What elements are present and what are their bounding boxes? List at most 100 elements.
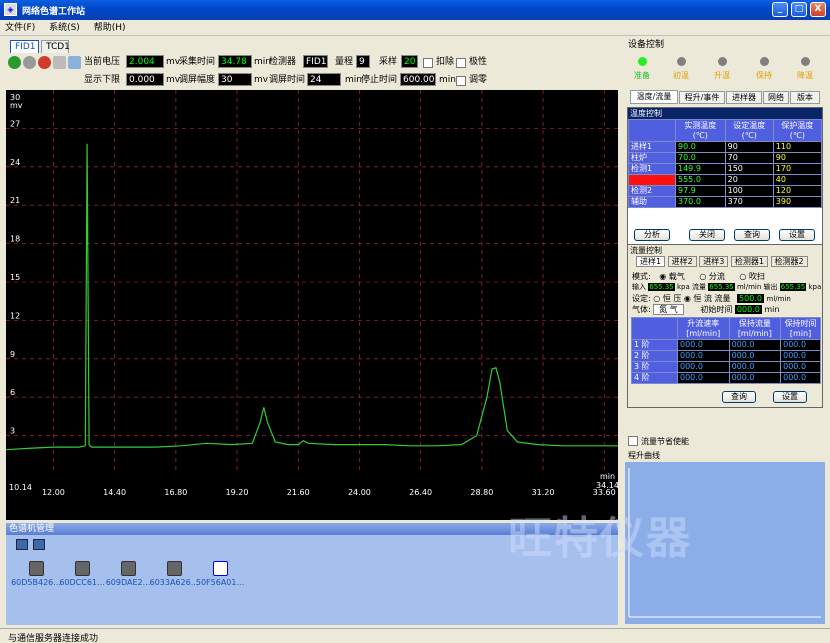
init-time-value[interactable]: 000.0	[734, 305, 762, 314]
flow-time[interactable]: 000.0	[780, 339, 821, 351]
menu-system[interactable]: 系统(S)	[49, 20, 80, 36]
temp-protect[interactable]: 120	[772, 185, 823, 197]
menu-file[interactable]: 文件(F)	[5, 20, 35, 36]
flow-row: 3 阶 000.0 000.0 000.0	[631, 361, 821, 373]
flow-row: 1 阶 000.0 000.0 000.0	[631, 339, 821, 351]
constant-pressure-radio[interactable]: ○	[653, 294, 663, 303]
flow-time[interactable]: 000.0	[780, 350, 821, 362]
flow-tab-inj3[interactable]: 进样3	[699, 256, 729, 267]
temp-protect[interactable]: 170	[772, 163, 823, 175]
tab-tcd1[interactable]: TCD1	[41, 40, 70, 53]
tab-version[interactable]: 版本	[790, 91, 820, 104]
set-flow-button[interactable]: 设置	[773, 391, 807, 403]
tab-temp-flow[interactable]: 温度/流量	[630, 90, 678, 104]
close-button[interactable]: X	[810, 2, 826, 17]
zero-checkbox[interactable]	[456, 76, 466, 86]
stop-time-label: 停止时间	[361, 75, 398, 85]
mode-carrier-radio[interactable]: ◉	[659, 272, 669, 281]
gas-row: 气体: 氮 气 初始时间 000.0 min	[632, 304, 822, 315]
flow-saving-checkbox[interactable]	[628, 436, 638, 446]
flow-tab-inj2[interactable]: 进样2	[667, 256, 697, 267]
flow-set-row: 设定: ○ 恒 压 ◉ 恒 流 流量 500.0 ml/min	[632, 293, 824, 304]
flow-rate[interactable]: 000.0	[677, 339, 730, 351]
flow-time[interactable]: 000.0	[780, 361, 821, 373]
y-tick-label: 15	[10, 273, 20, 282]
refresh-icon[interactable]	[16, 539, 28, 550]
input-label: 输入	[632, 283, 646, 291]
temp-control-title: 温度控制	[628, 108, 822, 119]
flow-hold[interactable]: 000.0	[728, 339, 782, 351]
query-flow-button[interactable]: 查询	[722, 391, 756, 403]
instrument-label: 50F56A01...	[195, 578, 245, 587]
zoom-icon[interactable]	[53, 56, 66, 69]
close-temp-button[interactable]: 关闭	[689, 229, 725, 241]
constant-flow-label: 恒 流	[693, 294, 712, 303]
gas-select[interactable]: 氮 气	[653, 304, 684, 315]
instrument-icon	[74, 561, 90, 576]
constant-flow-radio[interactable]: ◉	[684, 294, 694, 303]
temp-protect[interactable]: 390	[772, 196, 823, 208]
led-ready	[638, 57, 647, 66]
temp-set[interactable]: 150	[724, 163, 774, 175]
tab-program-event[interactable]: 程升/事件	[679, 91, 725, 104]
temp-set[interactable]: 90	[724, 141, 774, 153]
col-actual: 实测温度 (℃)	[675, 119, 726, 142]
mode-split-radio[interactable]: ○	[699, 272, 709, 281]
deduct-checkbox[interactable]	[423, 58, 433, 68]
menu-help[interactable]: 帮助(H)	[94, 20, 126, 36]
mode-split-label: 分流	[708, 272, 725, 281]
amp-input[interactable]: 30	[218, 73, 252, 86]
temp-protect[interactable]: 40	[772, 174, 823, 186]
x-tick-label: 14.40	[103, 488, 126, 497]
temp-set[interactable]: 370	[724, 196, 774, 208]
flow-program-table: 升流速率 [ml/min] 保持流量 [ml/min] 保持时间 [min] 1…	[631, 317, 821, 384]
flow-rate[interactable]: 000.0	[677, 372, 730, 384]
flow-rate[interactable]: 000.0	[677, 350, 730, 362]
tab-injector[interactable]: 进样器	[726, 91, 762, 104]
flow-hold[interactable]: 000.0	[728, 372, 782, 384]
flow-saving-label: 流量节省使能	[641, 437, 689, 446]
lower-input[interactable]: 0.000	[126, 73, 164, 86]
set-flow-value[interactable]: 500.0	[737, 294, 764, 303]
stop-icon[interactable]	[38, 56, 51, 69]
flow-tab-det1[interactable]: 检测器1	[730, 256, 769, 267]
tab-fid1[interactable]: FID1	[10, 40, 39, 53]
temp-row: 柱炉 70.0 70 90	[628, 152, 823, 164]
instrument-item[interactable]: 50F56A01...	[190, 561, 250, 587]
maximize-button[interactable]: □	[791, 2, 807, 17]
minimize-button[interactable]: _	[772, 2, 788, 17]
lower-label: 显示下限	[84, 75, 121, 85]
flow-tab-inj1[interactable]: 进样1	[636, 256, 666, 267]
flow-rate[interactable]: 000.0	[677, 361, 730, 373]
connect-icon[interactable]	[33, 539, 45, 550]
output-value: 655.35	[779, 283, 807, 291]
flow-hold[interactable]: 000.0	[728, 350, 782, 362]
flow-hold[interactable]: 000.0	[728, 361, 782, 373]
analyze-button[interactable]: 分析	[634, 229, 670, 241]
temp-protect[interactable]: 110	[772, 141, 823, 153]
tab-network[interactable]: 网络	[763, 91, 789, 104]
set-temp-button[interactable]: 设置	[779, 229, 815, 241]
title-bar: ◈ 网络色谱工作站 _ □ X	[0, 0, 830, 20]
series-line-chromatogram	[5, 143, 618, 451]
temp-set[interactable]: 100	[724, 185, 774, 197]
chromatogram-plot[interactable]: 12.00 14.40 16.80 19.20 21.60 24.00 26.40 28.80…	[5, 90, 619, 520]
run-icon[interactable]	[8, 56, 21, 69]
screen-time-input[interactable]: 24	[307, 73, 341, 86]
temp-set[interactable]: 20	[724, 174, 774, 186]
query-temp-button[interactable]: 查询	[734, 229, 770, 241]
polarity-checkbox[interactable]	[456, 58, 466, 68]
sample-label: 采样	[379, 57, 398, 67]
temp-set[interactable]: 70	[724, 152, 774, 164]
temp-protect[interactable]: 90	[772, 152, 823, 164]
status-bar: 与通信服务器连接成功	[0, 628, 830, 643]
temp-row-name: 检测1	[628, 163, 676, 175]
pause-icon[interactable]	[23, 56, 36, 69]
report-icon[interactable]	[68, 56, 81, 69]
flow-tab-det2[interactable]: 检测器2	[770, 256, 808, 267]
acquisition-toolbar: 当前电压 2.004 mv 采集时间 34.78 min 检测器 FID1 量程…	[6, 55, 618, 71]
y-tick-label: 3	[10, 427, 15, 436]
stop-time-input[interactable]: 600.00	[400, 73, 436, 86]
mode-purge-radio[interactable]: ○	[739, 272, 749, 281]
flow-time[interactable]: 000.0	[780, 372, 821, 384]
